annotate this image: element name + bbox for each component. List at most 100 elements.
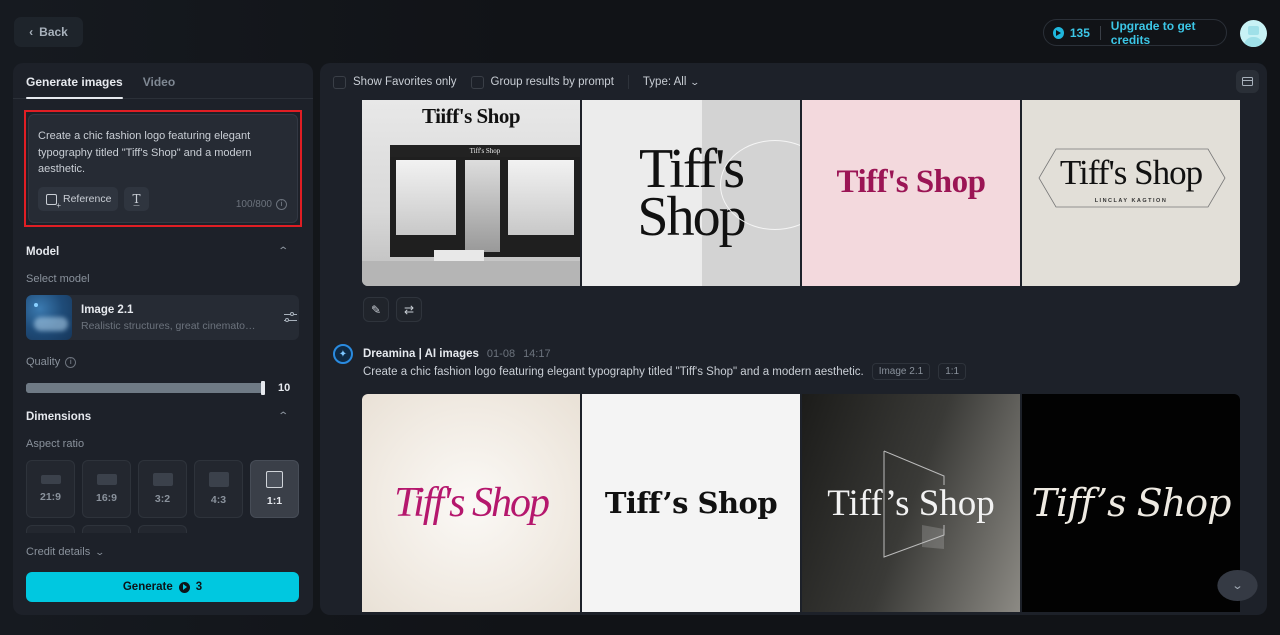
credits-count: 135 xyxy=(1069,25,1090,40)
select-model-label: Select model xyxy=(26,273,90,285)
aspect-option-4-3[interactable]: 4:3 xyxy=(194,460,243,518)
aspect-option-16-9[interactable]: 16:9 xyxy=(82,460,131,518)
aspect-shape-icon xyxy=(208,472,229,487)
group-by-prompt-label: Group results by prompt xyxy=(490,76,614,88)
chevron-down-icon: ⌄ xyxy=(94,546,106,557)
result-image[interactable]: Tiff’s Shop xyxy=(1022,394,1240,612)
generation-time: 14:17 xyxy=(523,348,551,360)
image-add-icon xyxy=(46,193,61,210)
image-text: Tiiff's Shop xyxy=(421,104,521,128)
text-style-button[interactable]: T̲ xyxy=(124,187,149,211)
result-image[interactable]: Tiff's Shop xyxy=(362,394,580,612)
model-thumbnail xyxy=(26,295,72,340)
aspect-option-21-9[interactable]: 21:9 xyxy=(26,460,75,518)
info-icon[interactable]: i xyxy=(65,356,77,368)
aspect-option-label: 4:3 xyxy=(210,494,227,506)
divider xyxy=(627,75,629,89)
show-favorites-label: Show Favorites only xyxy=(353,76,457,88)
aspect-option[interactable] xyxy=(82,525,131,533)
repeat-icon: ⇄ xyxy=(403,302,415,317)
divider xyxy=(1099,25,1101,40)
user-avatar-body xyxy=(1244,37,1263,47)
back-button[interactable]: ‹ Back xyxy=(14,17,83,47)
info-icon[interactable]: i xyxy=(276,199,287,210)
image-subtext: Tiff's Shop xyxy=(390,145,580,157)
result-image[interactable]: Tiiff's Shop Tiff's Shop xyxy=(362,100,580,286)
quality-value: 10 xyxy=(278,382,291,394)
aspect-option-label: 16:9 xyxy=(95,492,117,504)
model-section-title: Model xyxy=(26,246,60,258)
mode-tabs: Generate images Video xyxy=(13,63,313,99)
generation-settings-panel: Generate images Video Create a chic fash… xyxy=(13,63,313,615)
generation-1-images: Tiiff's Shop Tiff's Shop Tiff's Shop Tif… xyxy=(362,100,1240,286)
generation-prompt: Create a chic fashion logo featuring ele… xyxy=(363,365,864,378)
chevron-down-icon: ⌄ xyxy=(1231,580,1244,592)
group-by-prompt-checkbox[interactable] xyxy=(470,75,484,89)
back-label: Back xyxy=(39,25,68,39)
reference-label: Reference xyxy=(63,193,112,205)
image-text: Tiff’s Shop xyxy=(1031,481,1232,525)
credit-details-label: Credit details xyxy=(26,546,91,558)
chevron-up-icon[interactable]: ⌃ xyxy=(277,246,289,257)
upgrade-link[interactable]: Upgrade to get credits xyxy=(1111,19,1226,47)
aspect-ratio-more-options xyxy=(26,525,187,533)
aspect-shape-icon xyxy=(96,474,117,485)
aspect-option[interactable] xyxy=(26,525,75,533)
aspect-option-1-1[interactable]: 1:1 xyxy=(250,460,299,518)
type-filter-label: Type: All xyxy=(642,76,687,88)
quality-slider[interactable] xyxy=(26,381,265,395)
aspect-shape-icon xyxy=(152,473,173,486)
prompt-input-box[interactable]: Create a chic fashion logo featuring ele… xyxy=(28,114,298,223)
filter-bar: Show Favorites only Group results by pro… xyxy=(333,74,713,90)
generate-cost: 3 xyxy=(195,581,203,593)
regenerate-button[interactable]: ⇄ xyxy=(396,297,422,322)
image-text: Tiff's Shop xyxy=(394,480,550,526)
reference-button[interactable]: Reference xyxy=(38,187,118,211)
image-text: Tiff's Shop xyxy=(836,163,986,200)
aspect-option-label: 21:9 xyxy=(39,491,61,503)
folder-button[interactable] xyxy=(1236,70,1259,93)
tab-generate-images[interactable]: Generate images xyxy=(26,63,123,99)
show-favorites-checkbox[interactable] xyxy=(333,75,346,89)
credits-pill: 135 Upgrade to get credits xyxy=(1043,19,1227,47)
result-image[interactable]: Tiff's Shop xyxy=(582,100,800,286)
show-favorites-toggle[interactable]: Show Favorites only xyxy=(333,75,457,89)
credit-details-toggle[interactable]: Credit details ⌄ xyxy=(26,546,106,558)
edit-button[interactable]: ✎ xyxy=(363,297,389,322)
settings-sliders-icon[interactable] xyxy=(284,311,297,323)
dimensions-section-title: Dimensions xyxy=(26,411,92,423)
generation-source: Dreamina | AI images xyxy=(363,348,479,360)
tab-video[interactable]: Video xyxy=(143,63,175,98)
chevron-up-icon[interactable]: ⌃ xyxy=(277,411,289,422)
quality-slider-handle[interactable] xyxy=(261,381,265,395)
result-image[interactable]: Tiff’s Shop xyxy=(802,394,1020,612)
aspect-option-3-2[interactable]: 3:2 xyxy=(138,460,187,518)
aspect-option[interactable] xyxy=(138,525,187,533)
credit-icon xyxy=(1053,26,1064,39)
group-by-prompt-toggle[interactable]: Group results by prompt xyxy=(470,75,614,89)
results-panel: Show Favorites only Group results by pro… xyxy=(320,63,1267,615)
aspect-ratio-options: 21:9 16:9 3:2 4:3 1:1 xyxy=(26,460,299,518)
aspect-option-label: 3:2 xyxy=(154,493,171,505)
model-description: Realistic structures, great cinematograp… xyxy=(81,320,261,332)
image-text: Tiff’s Shop xyxy=(604,486,778,520)
ratio-tag: 1:1 xyxy=(938,363,967,380)
generation-prompt-row: Create a chic fashion logo featuring ele… xyxy=(363,363,967,380)
aspect-option-label: 1:1 xyxy=(266,495,283,507)
result-image[interactable]: Tiff’s Shop xyxy=(582,394,800,612)
image-subtext: LINCLAY KAGTION xyxy=(1094,198,1168,204)
result-image[interactable]: Tiff's Shop LINCLAY KAGTION xyxy=(1022,100,1240,286)
generate-button[interactable]: Generate 3 xyxy=(26,572,299,602)
aspect-shape-icon xyxy=(266,471,283,488)
prompt-input[interactable]: Create a chic fashion logo featuring ele… xyxy=(38,128,288,178)
credit-icon xyxy=(178,581,190,593)
storefront: Tiff's Shop xyxy=(390,145,580,257)
scroll-to-bottom-button[interactable]: ⌄ xyxy=(1217,570,1258,601)
type-filter-dropdown[interactable]: Type: All ⌄ xyxy=(642,76,701,88)
user-avatar[interactable] xyxy=(1240,20,1267,47)
result-image[interactable]: Tiff's Shop xyxy=(802,100,1020,286)
dreamina-logo-icon: ✦ xyxy=(333,344,353,364)
model-tag: Image 2.1 xyxy=(871,363,931,380)
quality-label: Quality xyxy=(26,356,61,368)
model-selector[interactable]: Image 2.1 Realistic structures, great ci… xyxy=(26,295,299,340)
